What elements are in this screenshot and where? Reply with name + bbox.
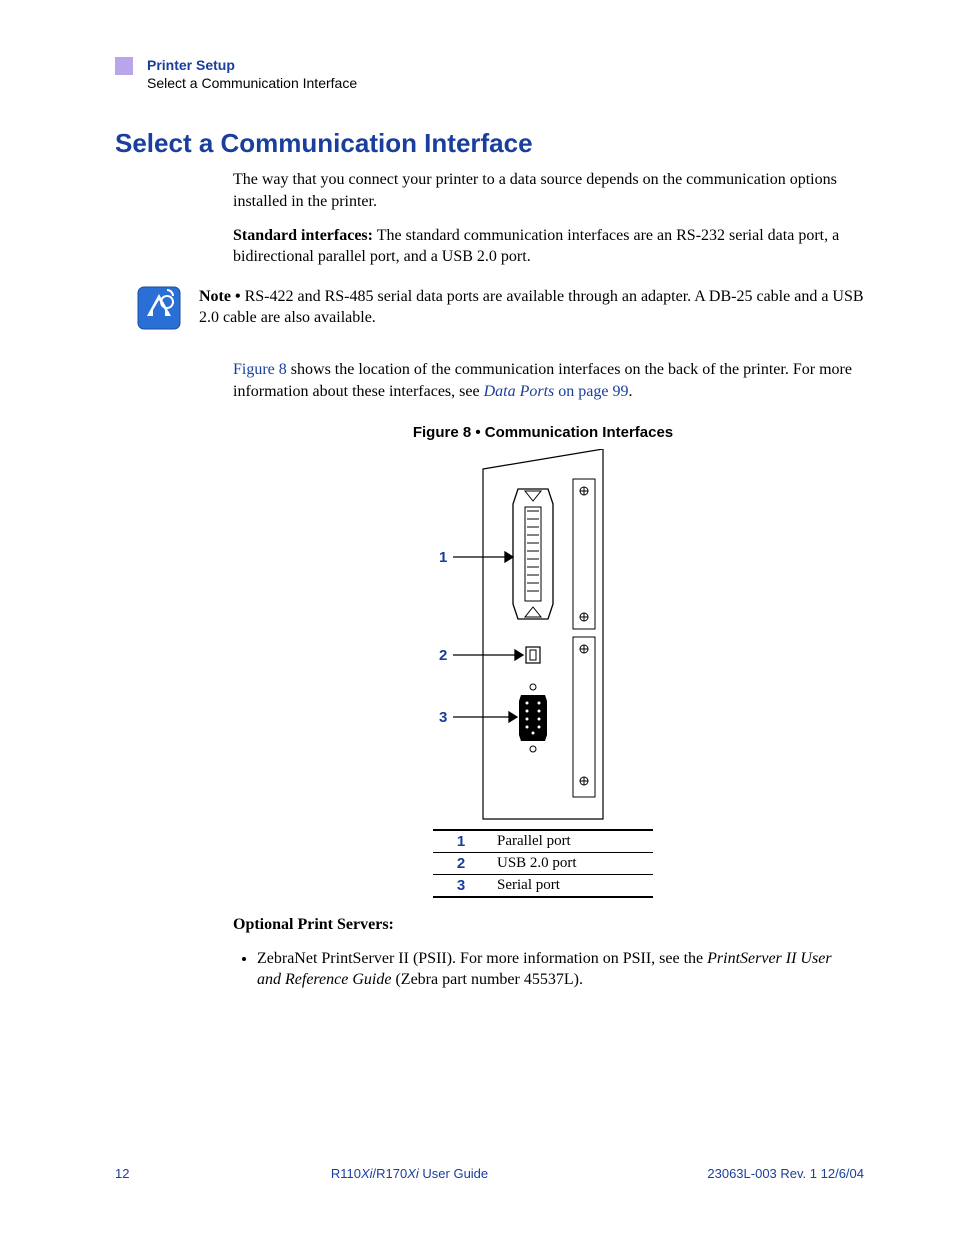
bullet1-b: (Zebra part number 45537L). [391, 971, 582, 988]
intro-paragraph: The way that you connect your printer to… [233, 169, 853, 212]
footer-rev-date: 23063L-003 Rev. 1 12/6/04 [644, 1166, 864, 1181]
table-row: 2 USB 2.0 port [433, 853, 653, 875]
note-label: Note • [199, 288, 241, 305]
figure-link[interactable]: Figure 8 [233, 361, 287, 378]
footer-c-i1: Xi [361, 1166, 373, 1181]
section-title: Select a Communication Interface [115, 128, 864, 159]
footer-c-c: User Guide [419, 1166, 488, 1181]
figure-caption: Figure 8 • Communication Interfaces [233, 424, 853, 441]
figure-diagram: 1 2 3 [413, 449, 673, 829]
legend-num-1: 1 [433, 830, 489, 853]
table-row: 3 Serial port [433, 875, 653, 898]
legend-table: 1 Parallel port 2 USB 2.0 port 3 Serial … [433, 829, 653, 898]
data-ports-link[interactable]: Data Ports [484, 383, 555, 400]
footer-c-i2: Xi [407, 1166, 419, 1181]
legend-label-3: Serial port [489, 875, 653, 898]
callout-3: 3 [439, 709, 447, 726]
footer-c-b: /R170 [373, 1166, 408, 1181]
footer-c-a: R110 [331, 1166, 361, 1181]
callout-1: 1 [439, 549, 447, 566]
data-ports-page[interactable]: on page 99 [554, 383, 628, 400]
header-chapter: Printer Setup [147, 56, 357, 74]
standard-interfaces-paragraph: Standard interfaces: The standard commun… [233, 225, 853, 268]
legend-num-3: 3 [433, 875, 489, 898]
page-footer: 12 R110Xi/R170Xi User Guide 23063L-003 R… [115, 1166, 864, 1181]
legend-label-2: USB 2.0 port [489, 853, 653, 875]
callout-2: 2 [439, 647, 447, 664]
legend-label-1: Parallel port [489, 830, 653, 853]
figure-ref-paragraph: Figure 8 shows the location of the commu… [233, 359, 853, 402]
list-item: ZebraNet PrintServer II (PSII). For more… [257, 948, 853, 991]
header-section: Select a Communication Interface [147, 74, 357, 92]
table-row: 1 Parallel port [433, 830, 653, 853]
para3c: . [628, 383, 632, 400]
footer-guide-title: R110Xi/R170Xi User Guide [175, 1166, 644, 1181]
standard-interfaces-label: Standard interfaces: [233, 227, 373, 244]
note-body: RS-422 and RS-485 serial data ports are … [199, 288, 864, 327]
legend-num-2: 2 [433, 853, 489, 875]
optional-servers-list: ZebraNet PrintServer II (PSII). For more… [233, 948, 853, 991]
footer-page-number: 12 [115, 1166, 175, 1181]
page-header: Printer Setup Select a Communication Int… [115, 56, 864, 92]
optional-servers-heading: Optional Print Servers: [233, 914, 853, 936]
note-icon [137, 286, 181, 330]
note-block: Note • RS-422 and RS-485 serial data por… [115, 286, 864, 341]
bullet1-a: ZebraNet PrintServer II (PSII). For more… [257, 950, 707, 967]
header-marker [115, 57, 133, 75]
